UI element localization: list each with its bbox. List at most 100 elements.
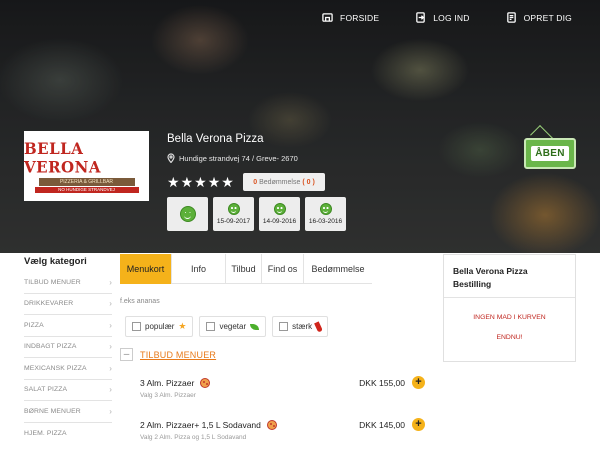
rating-label: Bedømmelse	[259, 178, 301, 186]
chevron-right-icon: ›	[109, 342, 112, 352]
category-label: TILBUD MENUER	[24, 278, 81, 286]
category-item[interactable]: HJEM. PIZZA	[24, 423, 112, 445]
category-label: BØRNE MENUER	[24, 407, 81, 415]
tab-find-os[interactable]: Find os	[262, 254, 304, 284]
smiley-icon	[319, 203, 332, 215]
menu-item-description: Valg 2 Alm. Pizza og 1,5 L Sodavand	[140, 434, 247, 441]
menu-item-price: DKK 155,00	[359, 378, 405, 388]
inspection-date: 14-09-2016	[262, 218, 297, 225]
category-label: MEXICANSK PIZZA	[24, 364, 87, 372]
chevron-right-icon: ›	[109, 385, 112, 395]
section-title[interactable]: TILBUD MENUER	[140, 350, 216, 360]
address-text: Hundige strandvej 74 / Greve- 2670	[179, 153, 298, 163]
search-hint: f.eks ananas	[120, 298, 160, 305]
menu-item: 2 Alm. Pizzaer+ 1,5 L Sodavand Valg 2 Al…	[140, 418, 425, 441]
vegetarian-checkbox[interactable]	[206, 322, 216, 331]
nav-register-label: OPRET DIG	[523, 12, 572, 23]
category-label: SALAT PIZZA	[24, 386, 68, 394]
content-tabs: Menukort Info Tilbud Find os Bedømmelse	[120, 254, 372, 284]
category-item[interactable]: DRIKKEVARER ›	[24, 294, 112, 315]
logo-title: BELLA VERONA	[24, 138, 101, 177]
filter-popular[interactable]: populær ★	[125, 316, 194, 337]
menu-item: 3 Alm. Pizzaer Valg 3 Alm. Pizzaer DKK 1…	[140, 376, 425, 399]
collapse-button[interactable]: –	[120, 348, 133, 361]
home-icon	[322, 13, 333, 22]
pizza-icon	[200, 378, 211, 388]
inspection-badge[interactable]: 14-09-2016	[259, 197, 300, 231]
chevron-right-icon: ›	[109, 363, 112, 373]
category-item[interactable]: MEXICANSK PIZZA ›	[24, 358, 112, 380]
star-icon: ★	[194, 174, 207, 190]
open-label: ÅBEN	[531, 146, 569, 161]
tab-menukort[interactable]: Menukort	[120, 254, 172, 284]
nav-login-label: LOG IND	[433, 12, 470, 23]
restaurant-name: Bella Verona Pizza	[167, 133, 264, 145]
nav-forside-link[interactable]: FORSIDE	[322, 12, 379, 23]
elite-smiley-badge[interactable]	[167, 197, 208, 231]
tab-info[interactable]: Info	[172, 254, 226, 284]
smiley-icon	[273, 203, 286, 215]
logo-subtitle: PIZZERIA & GRILLBAR	[38, 177, 135, 186]
category-item[interactable]: INDBAGT PIZZA ›	[24, 337, 112, 358]
star-icon: ★	[180, 174, 194, 190]
category-list: TILBUD MENUER › DRIKKEVARER › PIZZA › INDBA…	[24, 272, 112, 444]
filter-group: populær ★ vegetar stærk	[125, 316, 329, 337]
cart-empty-text: INGEN MAD I KURVEN	[473, 314, 546, 321]
inspection-badge[interactable]: 15-09-2017	[213, 197, 254, 231]
inspection-date: 16-03-2016	[308, 218, 343, 225]
chili-icon	[314, 320, 324, 333]
register-icon	[506, 12, 516, 23]
popular-checkbox[interactable]	[132, 322, 141, 331]
add-to-cart-button[interactable]: +	[412, 376, 425, 389]
rating-count: ( 0 )	[302, 178, 315, 186]
rating-count-button[interactable]: 0 Bedømmelse ( 0 )	[243, 173, 325, 191]
category-item[interactable]: TILBUD MENUER ›	[24, 272, 112, 294]
category-item[interactable]: PIZZA ›	[24, 315, 112, 337]
menu-item-description: Valg 3 Alm. Pizzaer	[140, 392, 196, 399]
cart-title: Bella Verona Pizza Bestilling	[444, 255, 575, 298]
star-icon: ★	[221, 174, 234, 190]
sign-board: ÅBEN	[524, 138, 576, 169]
star-rating: ★ ★ ★ ★ ★	[167, 175, 234, 189]
filter-label: vegetar	[219, 322, 247, 331]
restaurant-logo: BELLA VERONA PIZZERIA & GRILLBAR NO HUND…	[24, 131, 149, 201]
tab-tilbud[interactable]: Tilbud	[226, 254, 262, 284]
elite-smiley-icon	[179, 206, 196, 222]
nav-forside-label: FORSIDE	[340, 12, 380, 23]
nav-login-link[interactable]: LOG IND	[415, 12, 469, 23]
chevron-right-icon: ›	[109, 299, 112, 309]
top-navigation: FORSIDE LOG IND OPRET DIG	[286, 12, 572, 23]
login-icon	[416, 12, 426, 23]
category-label: DRIKKEVARER	[24, 300, 74, 308]
filter-label: populær	[145, 322, 175, 331]
menu-item-price: DKK 145,00	[359, 420, 405, 430]
filter-spicy[interactable]: stærk	[272, 316, 329, 337]
chevron-right-icon: ›	[109, 277, 112, 287]
star-icon: ★	[207, 174, 221, 190]
smiley-icon	[227, 203, 240, 215]
order-cart: Bella Verona Pizza Bestilling INGEN MAD …	[443, 254, 576, 362]
filter-vegetarian[interactable]: vegetar	[199, 316, 267, 337]
category-item[interactable]: BØRNE MENUER ›	[24, 401, 112, 423]
category-label: PIZZA	[24, 321, 44, 329]
cart-empty-text-2: ENDNU!	[496, 334, 523, 341]
chevron-right-icon: ›	[109, 320, 112, 330]
inspection-date: 15-09-2017	[216, 218, 251, 225]
inspection-badge[interactable]: 16-03-2016	[305, 197, 346, 231]
section-header: – TILBUD MENUER	[120, 348, 372, 361]
logo-tagline: NO HUNDIGE STRANDVEJ	[34, 186, 139, 193]
filter-label: stærk	[292, 322, 313, 331]
category-item[interactable]: SALAT PIZZA ›	[24, 380, 112, 401]
rating-prefix: 0	[253, 178, 258, 186]
tab-bedommelse[interactable]: Bedømmelse	[304, 254, 372, 284]
add-to-cart-button[interactable]: +	[412, 418, 425, 431]
star-icon: ★	[167, 174, 180, 190]
hero-banner: FORSIDE LOG IND OPRET DIG BELLA VERONA P…	[0, 0, 600, 253]
category-label: INDBAGT PIZZA	[24, 343, 77, 351]
restaurant-address: Hundige strandvej 74 / Greve- 2670	[167, 153, 298, 163]
location-pin-icon	[167, 153, 175, 163]
nav-register-link[interactable]: OPRET DIG	[506, 12, 572, 23]
spicy-checkbox[interactable]	[279, 322, 289, 331]
inspection-badges: 15-09-2017 14-09-2016 16-03-2016	[167, 197, 346, 231]
chevron-right-icon: ›	[109, 406, 112, 416]
